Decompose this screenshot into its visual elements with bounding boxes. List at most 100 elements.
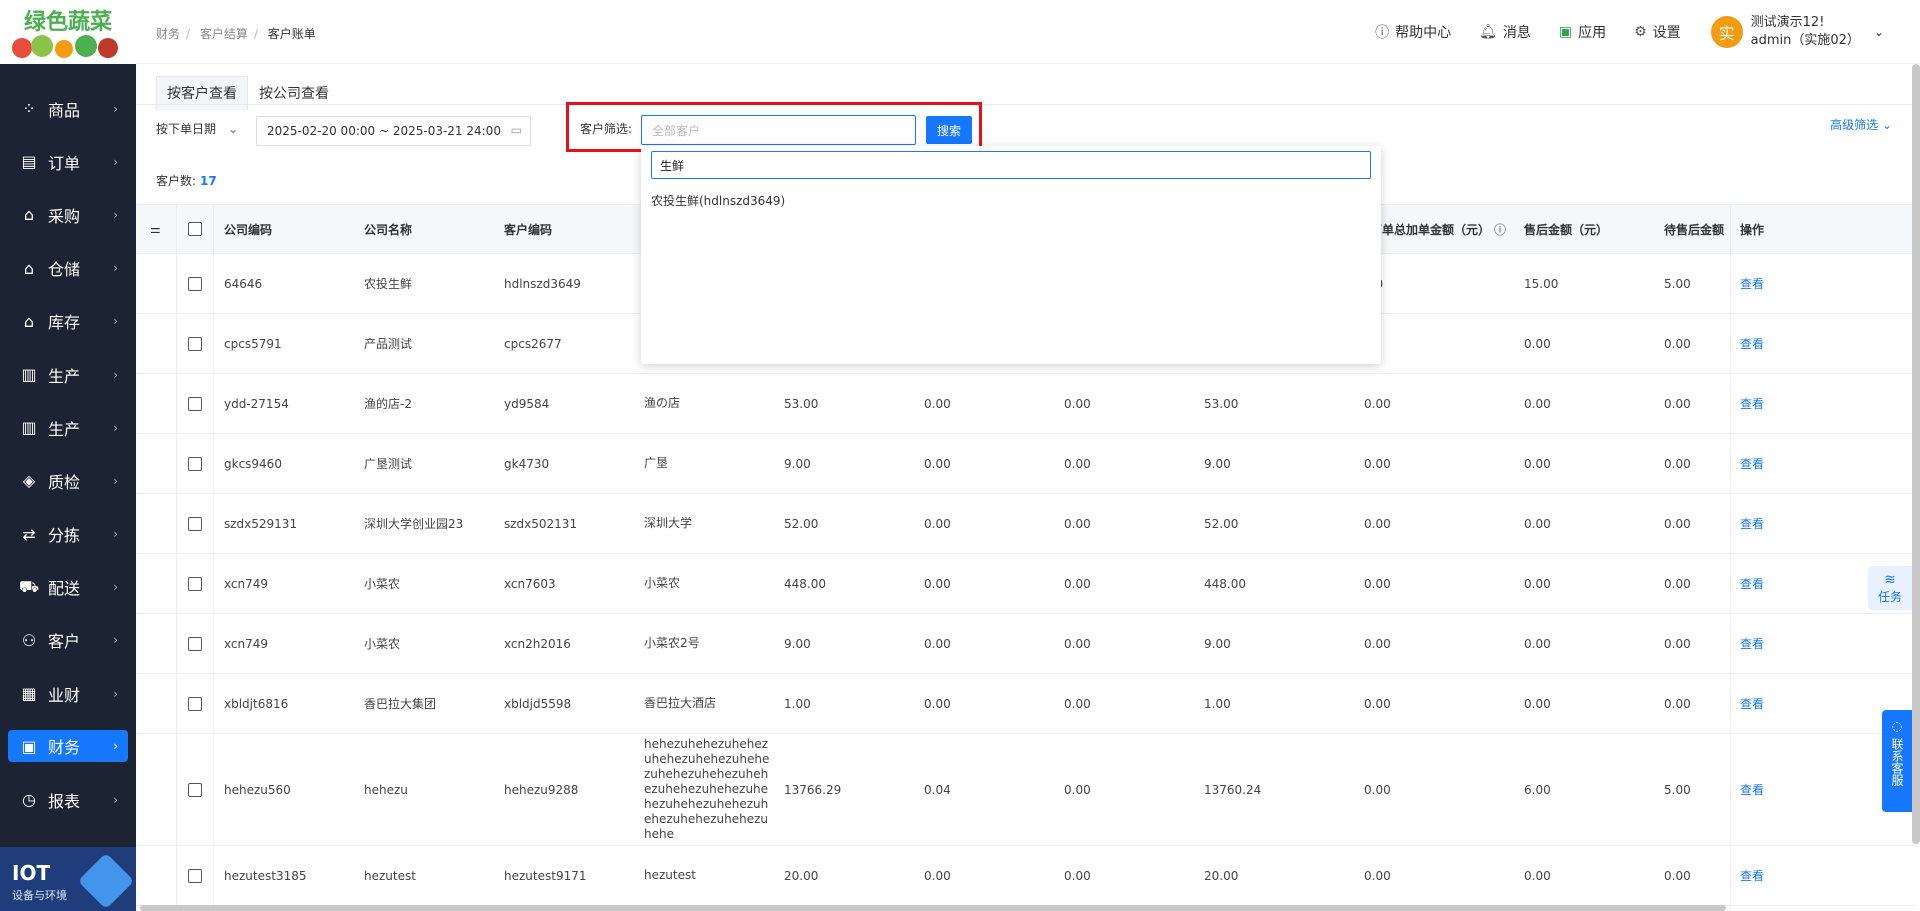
view-link[interactable]: 查看 [1740, 314, 1764, 373]
view-link[interactable]: 查看 [1740, 674, 1764, 733]
cell-company_code: xcn749 [224, 614, 268, 673]
sidebar-item-5[interactable]: ▥ 生产 › [0, 348, 136, 401]
select-all-checkbox[interactable] [188, 205, 202, 253]
sidebar-item-10[interactable]: ⚇ 客户 › [0, 614, 136, 667]
breadcrumb-item[interactable]: 财务 [156, 27, 180, 41]
row-checkbox[interactable] [188, 314, 202, 373]
view-link[interactable]: 查看 [1740, 734, 1764, 845]
date-range-picker[interactable]: 2025-02-20 00:00 ~ 2025-03-21 24:00 ▭ [256, 116, 531, 146]
column-settings-icon[interactable]: ⚌ [150, 205, 161, 253]
question-icon: ⓘ [1375, 25, 1390, 41]
cell-text: xcn7603 [504, 576, 556, 591]
view-link[interactable]: 查看 [1740, 554, 1764, 613]
vertical-scrollbar[interactable] [1912, 64, 1920, 844]
view-link[interactable]: 查看 [1740, 614, 1764, 673]
horizontal-scrollbar[interactable] [140, 905, 1726, 911]
cell-v4: 9.00 [1204, 614, 1231, 673]
apps-link[interactable]: ▣ 应用 [1559, 22, 1606, 42]
customer-filter-input[interactable]: 全部客户 [641, 115, 916, 145]
cell-after: 0.00 [1524, 674, 1551, 733]
customer-search-input[interactable]: 生鲜 [651, 151, 1371, 179]
view-link[interactable]: 查看 [1740, 846, 1764, 905]
vegetables-icon [12, 35, 118, 58]
cell-text: 1.00 [1204, 696, 1231, 711]
cell-v3: 0.00 [1064, 494, 1091, 553]
iot-banner[interactable]: IOT 设备与环境 [0, 847, 136, 911]
chevron-right-icon: › [113, 420, 118, 435]
sidebar-item-9[interactable]: ⛟ 配送 › [0, 561, 136, 614]
inventory-icon: ⌂ [23, 311, 35, 331]
checkbox-box [188, 516, 202, 531]
checkbox-box [188, 456, 202, 471]
cell-text: 0.00 [1364, 576, 1391, 591]
date-type-select[interactable]: 按下单日期 ⌄ [156, 120, 238, 137]
chevron-right-icon: › [113, 580, 118, 595]
task-button[interactable]: ≋ 任务 [1868, 566, 1912, 610]
cell-text: 0.00 [924, 516, 951, 531]
row-checkbox[interactable] [188, 554, 202, 613]
cell-v1: 9.00 [784, 614, 811, 673]
header-actions: ⓘ 帮助中心 🔔︎ 消息 ▣ 应用 ⚙ 设置 实 测试演示12! admin（实施02）… [1347, 14, 1884, 50]
cell-text: 0.00 [1064, 636, 1091, 651]
support-button[interactable]: ◌ 联系客服 [1882, 710, 1912, 812]
help-center-link[interactable]: ⓘ 帮助中心 [1375, 22, 1451, 42]
th-after-sales: 售后金额（元） [1524, 222, 1609, 237]
search-button[interactable]: 搜索 [926, 116, 972, 144]
view-link[interactable]: 查看 [1740, 494, 1764, 553]
row-checkbox[interactable] [188, 374, 202, 433]
advanced-filter-link[interactable]: 高级筛选 ⌄ [1830, 116, 1892, 133]
view-link[interactable]: 查看 [1740, 374, 1764, 433]
cell-text: 渔的店-2 [364, 397, 412, 411]
sidebar-item-3[interactable]: ⌂ 仓储 › [0, 242, 136, 295]
settings-link[interactable]: ⚙ 设置 [1634, 22, 1681, 42]
factory-icon: ▥ [21, 365, 37, 385]
cell-v2: 0.00 [924, 614, 951, 673]
sidebar-item-13[interactable]: ◷ 报表 › [0, 773, 136, 826]
customer-option[interactable]: 农投生鲜(hdlnszd3649) [651, 192, 785, 209]
cell-pending: 0.00 [1664, 374, 1691, 433]
cell-text: 产品测试 [364, 337, 413, 351]
cell-after: 0.00 [1524, 314, 1551, 373]
breadcrumb-item[interactable]: 客户结算 [200, 27, 248, 41]
th-order-total-label: 下单总加单金额（元） [1370, 222, 1491, 237]
row-checkbox[interactable] [188, 254, 202, 313]
cell-v5: 0.00 [1364, 374, 1391, 433]
sidebar-item-label: 订单 [48, 153, 81, 173]
avatar: 实 [1710, 16, 1743, 48]
view-link[interactable]: 查看 [1740, 254, 1764, 313]
row-checkbox[interactable] [188, 846, 202, 905]
row-checkbox[interactable] [188, 734, 202, 845]
sidebar-item-2[interactable]: ⌂ 采购 › [0, 188, 136, 241]
tab-divider [136, 104, 1920, 105]
sidebar-item-12[interactable]: ▣ 财务 › [8, 730, 128, 763]
view-link[interactable]: 查看 [1740, 434, 1764, 493]
sidebar-item-0[interactable]: ⁘ 商品 › [0, 82, 136, 135]
cell-customer_code: gk4730 [504, 434, 549, 493]
row-checkbox[interactable] [188, 494, 202, 553]
cell-text: 0.00 [1064, 576, 1091, 591]
cell-text: 深圳大学创业园23 [364, 517, 464, 531]
chevron-down-icon: ⌄ [1881, 118, 1892, 132]
sidebar-item-11[interactable]: ▦ 业财 › [0, 667, 136, 720]
sidebar-item-8[interactable]: ⇄ 分拣 › [0, 508, 136, 561]
cell-text: 0.00 [1524, 336, 1551, 351]
chevron-down-icon: ⌄ [1873, 25, 1884, 39]
sidebar-item-4[interactable]: ⌂ 库存 › [0, 295, 136, 348]
sidebar-item-7[interactable]: ◈ 质检 › [0, 454, 136, 507]
messages-link[interactable]: 🔔︎ 消息 [1479, 22, 1531, 42]
sidebar-item-6[interactable]: ▥ 生产 › [0, 401, 136, 454]
row-checkbox[interactable] [188, 674, 202, 733]
table-row: xbldjt6816 香巴拉大集团 xbldjd5598 香巴拉大酒店 1.00 0.00… [136, 674, 1916, 734]
row-checkbox[interactable] [188, 614, 202, 673]
sidebar-item-label: 财务 [48, 738, 81, 758]
cell-text: 52.00 [784, 516, 819, 531]
sidebar-item-1[interactable]: ▤ 订单 › [0, 135, 136, 188]
cell-customer_name: hehezuhehezuhehezuhehezuhehezuhehezuhehe… [644, 734, 772, 845]
user-menu[interactable]: 实 测试演示12! admin（实施02） ⌄ [1710, 14, 1884, 50]
help-icon[interactable]: ⓘ [1494, 221, 1506, 238]
cell-text: 0.00 [1364, 868, 1391, 883]
logo[interactable]: 绿色蔬菜 [0, 0, 136, 64]
row-checkbox[interactable] [188, 434, 202, 493]
cell-after: 0.00 [1524, 494, 1551, 553]
cell-v1: 448.00 [784, 554, 826, 613]
